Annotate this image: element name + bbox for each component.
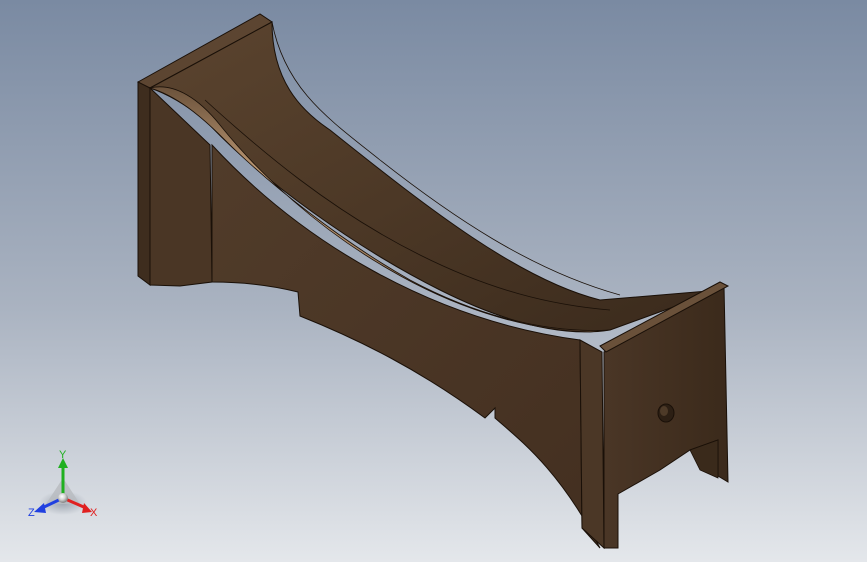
triad-origin-sphere	[58, 493, 68, 503]
y-axis-label: Y	[59, 449, 67, 461]
model-canvas[interactable]: Y X Z	[0, 0, 867, 562]
mounting-hole-inner	[660, 406, 668, 416]
x-axis-label: X	[90, 507, 98, 519]
z-axis-label: Z	[28, 507, 35, 519]
left-end-front-face[interactable]	[137, 77, 151, 286]
graphics-viewport[interactable]: Y X Z	[0, 0, 867, 562]
right-end-side-strip[interactable]	[579, 339, 605, 550]
